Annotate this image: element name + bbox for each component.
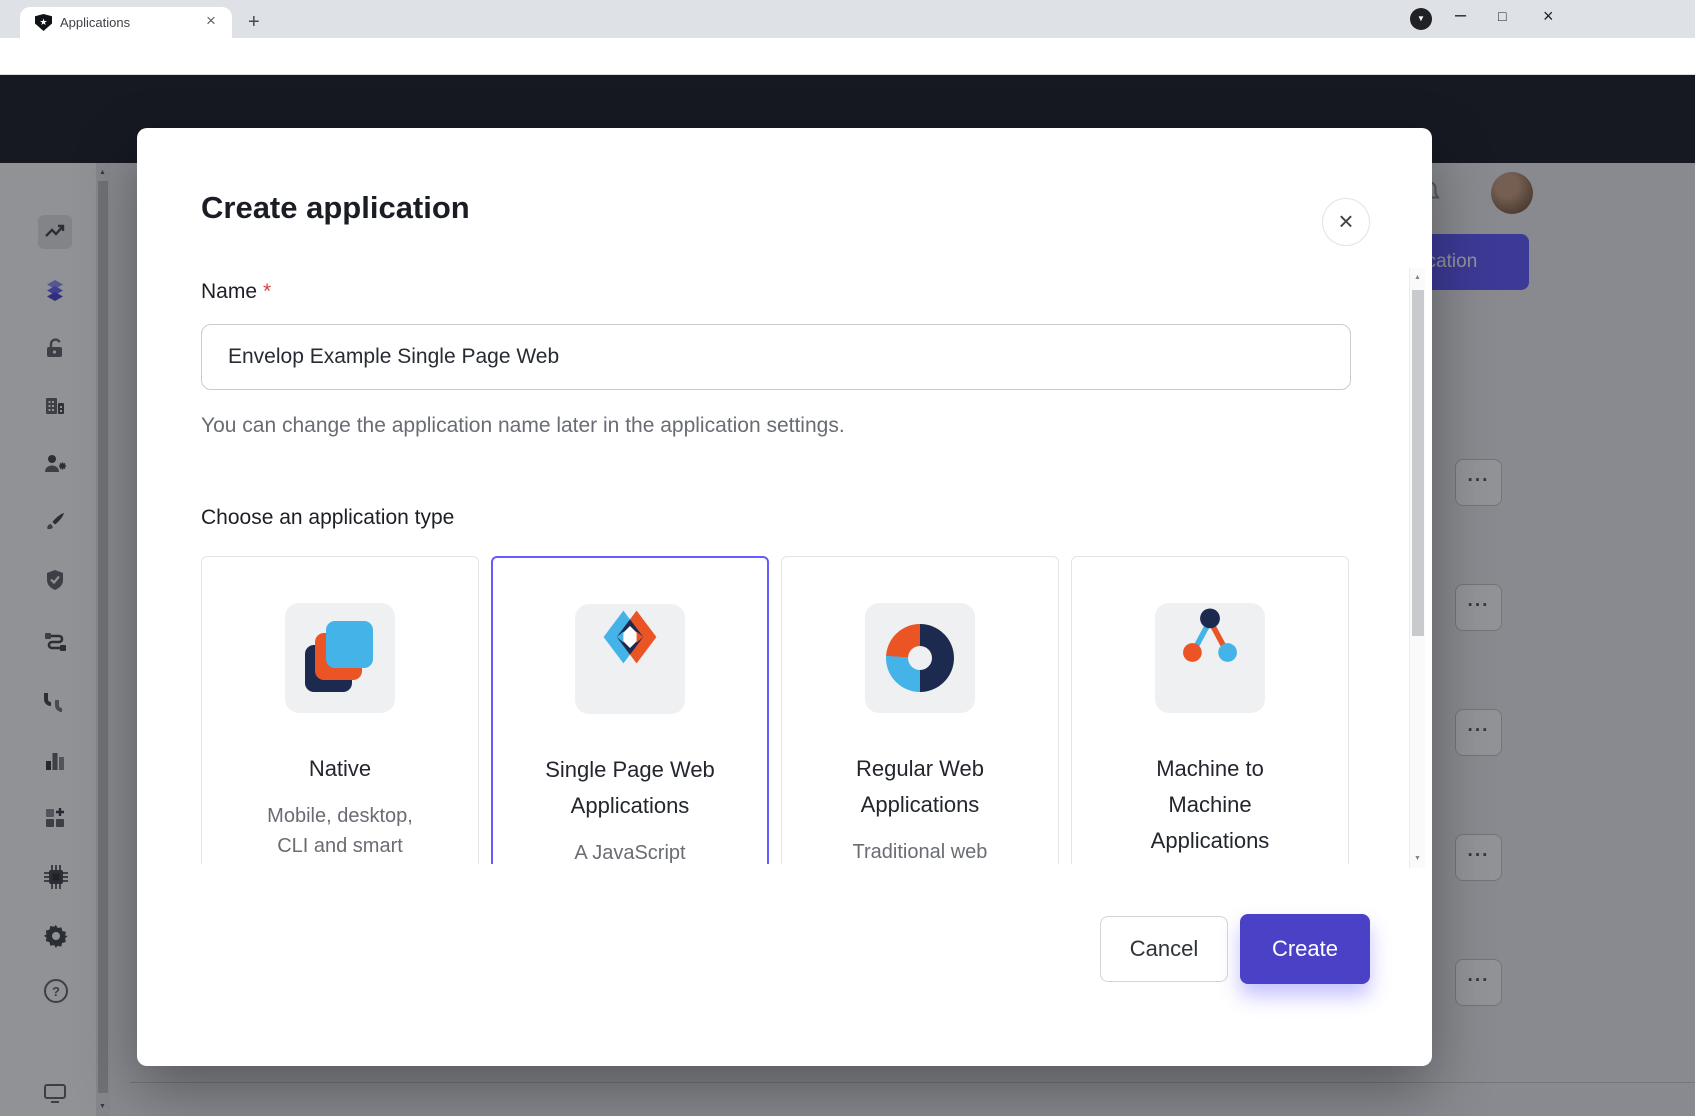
card-description: A JavaScript <box>493 838 767 864</box>
m2m-icon <box>1155 603 1265 713</box>
scrollbar-thumb[interactable] <box>1412 290 1424 636</box>
new-tab-button[interactable]: + <box>248 12 260 32</box>
browser-tab[interactable]: ★ Applications × <box>20 7 232 38</box>
card-description: Mobile, desktop, CLI and smart <box>202 801 478 861</box>
card-machine-to-machine[interactable]: Machine to Machine Applications <box>1071 556 1349 864</box>
spa-icon <box>575 604 685 714</box>
scroll-down-icon[interactable]: ▼ <box>1414 855 1421 862</box>
close-icon[interactable]: × <box>1322 198 1370 246</box>
browser-toolbar: ← → ⟳ manage.auth0.com/dashboard/eu/drea… <box>0 38 1695 75</box>
scroll-up-icon[interactable]: ▲ <box>1414 274 1421 281</box>
window-minimize-button[interactable]: – <box>1455 4 1466 27</box>
create-application-modal: Create application × Name* You can chang… <box>137 128 1432 1066</box>
modal-body: Name* You can change the application nam… <box>137 262 1432 864</box>
window-close-button[interactable]: × <box>1543 6 1554 27</box>
window-maximize-button[interactable]: □ <box>1498 8 1506 24</box>
card-title: Regular Web Applications <box>782 751 1058 823</box>
card-title: Single Page Web Applications <box>493 752 767 824</box>
cancel-button[interactable]: Cancel <box>1100 916 1228 982</box>
name-label: Name* <box>201 280 271 304</box>
application-name-input[interactable] <box>201 324 1351 390</box>
card-single-page-web[interactable]: Single Page Web Applications A JavaScrip… <box>491 556 769 864</box>
tab-close-icon[interactable]: × <box>206 11 216 31</box>
required-asterisk: * <box>263 280 271 303</box>
modal-title: Create application <box>201 190 470 226</box>
regular-web-icon <box>865 603 975 713</box>
create-button[interactable]: Create <box>1240 914 1370 984</box>
screen: ★ Applications × + ▼ – □ × ← → ⟳ manage.… <box>0 0 1695 1116</box>
auth0-favicon-icon: ★ <box>35 14 52 31</box>
tab-title: Applications <box>60 15 130 30</box>
modal-scrollbar[interactable]: ▲ ▼ <box>1409 268 1425 868</box>
application-type-label: Choose an application type <box>201 506 454 530</box>
native-icon <box>285 603 395 713</box>
name-help-text: You can change the application name late… <box>201 414 845 438</box>
card-title: Machine to Machine Applications <box>1072 751 1348 859</box>
card-title: Native <box>202 751 478 787</box>
card-description: Traditional web <box>782 837 1058 864</box>
browser-update-icon[interactable]: ▼ <box>1410 8 1432 30</box>
card-regular-web[interactable]: Regular Web Applications Traditional web <box>781 556 1059 864</box>
card-native[interactable]: Native Mobile, desktop, CLI and smart <box>201 556 479 864</box>
browser-titlebar: ★ Applications × + ▼ – □ × <box>0 0 1695 38</box>
